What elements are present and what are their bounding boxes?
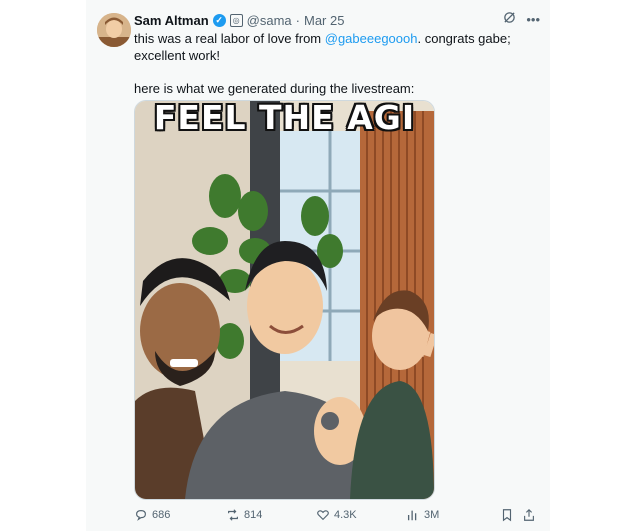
tweet-text: this was a real labor of love from @gabe… [134,30,544,97]
verified-badge-icon: ✓ [212,13,226,27]
tweet-text-part: this was a real labor of love from [134,31,325,46]
bookmark-icon [502,509,512,522]
like-count: 4.3K [334,509,357,521]
repost-icon [228,509,238,521]
author-handle[interactable]: @sama [247,13,292,28]
view-count: 3M [424,509,440,521]
tweet-date[interactable]: Mar 25 [304,13,344,28]
reply-icon [136,510,146,521]
tweet-actions: 686 814 4.3K 3M [134,508,544,526]
tweet-card[interactable]: Sam Altman ✓ ◎ @sama · Mar 25 ••• this w… [86,0,550,531]
tweet-media-image[interactable]: FEEL THE AGI [134,100,435,500]
avatar-image [97,13,131,47]
tweet-header: Sam Altman ✓ ◎ @sama · Mar 25 ••• [134,11,540,29]
mention-link[interactable]: @gabeeegoooh [325,31,418,46]
share-icon [524,508,534,521]
image-caption: FEEL THE AGI [153,100,416,137]
like-button[interactable]: 4.3K [316,508,357,522]
separator-dot: · [295,12,300,28]
repost-button[interactable]: 814 [226,508,262,522]
views-button[interactable]: 3M [406,508,439,522]
affiliation-icon[interactable]: ◎ [229,13,243,27]
grok-icon[interactable] [503,11,516,29]
reply-count: 686 [152,509,171,521]
share-button[interactable] [522,508,536,522]
tweet-paragraph-1: this was a real labor of love from @gabe… [134,30,544,64]
avatar[interactable] [97,13,131,47]
author-name[interactable]: Sam Altman [134,13,209,28]
bookmark-button[interactable] [500,508,514,522]
repost-count: 814 [244,509,263,521]
more-icon[interactable]: ••• [526,11,540,29]
like-icon [317,510,329,521]
tweet-paragraph-2: here is what we generated during the liv… [134,81,415,96]
generated-illustration [135,101,434,499]
reply-button[interactable]: 686 [134,508,170,522]
views-icon [407,510,417,521]
